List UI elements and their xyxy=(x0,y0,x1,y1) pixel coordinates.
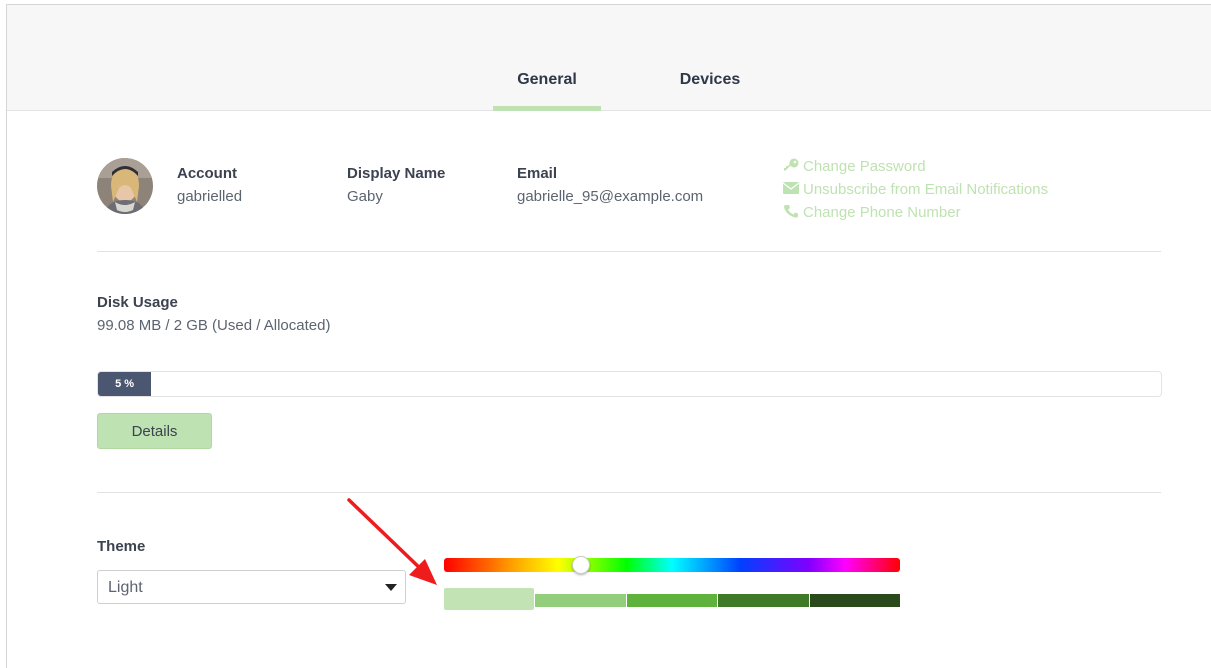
theme-color-swatch[interactable] xyxy=(535,594,626,607)
divider xyxy=(97,492,1161,493)
change-phone-link[interactable]: Change Phone Number xyxy=(783,201,1048,224)
theme-color-swatches xyxy=(444,588,900,610)
disk-usage-progress-bar: 5 % xyxy=(97,371,1162,397)
hue-slider[interactable] xyxy=(444,556,900,574)
settings-window: General Devices Account gabrielled Displ… xyxy=(6,4,1211,668)
theme-select-value: Light xyxy=(108,579,143,596)
unsubscribe-label: Unsubscribe from Email Notifications xyxy=(803,181,1049,198)
details-button-label: Details xyxy=(131,422,178,440)
theme-color-swatch[interactable] xyxy=(809,594,900,607)
tab-devices-label: Devices xyxy=(679,71,741,88)
tab-devices[interactable]: Devices xyxy=(667,71,753,111)
tab-general[interactable]: General xyxy=(493,71,601,111)
theme-color-swatch[interactable] xyxy=(444,588,535,610)
display-name-label: Display Name xyxy=(347,165,446,182)
account-label: Account xyxy=(177,165,237,182)
key-icon xyxy=(783,158,803,176)
envelope-icon xyxy=(782,181,803,198)
top-bar: General Devices xyxy=(7,5,1211,111)
progress-fill: 5 % xyxy=(98,372,152,396)
theme-label: Theme xyxy=(97,538,146,555)
divider xyxy=(97,251,1161,252)
change-password-label: Change Password xyxy=(803,158,926,175)
annotation-arrow xyxy=(347,498,437,585)
progress-label: 5 % xyxy=(115,378,135,390)
change-phone-label: Change Phone Number xyxy=(803,204,961,221)
account-value: gabrielled xyxy=(177,188,243,205)
display-name-value: Gaby xyxy=(347,188,383,205)
change-password-link[interactable]: Change Password xyxy=(783,155,1048,178)
hue-slider-handle[interactable] xyxy=(571,556,590,574)
theme-color-swatch[interactable] xyxy=(626,594,718,607)
unsubscribe-link[interactable]: Unsubscribe from Email Notifications xyxy=(782,178,1049,201)
email-value: gabrielle_95@example.com xyxy=(517,188,704,205)
phone-icon xyxy=(783,204,803,222)
tab-general-label: General xyxy=(517,71,577,88)
details-button[interactable]: Details xyxy=(97,413,212,449)
disk-usage-title: Disk Usage xyxy=(97,294,178,311)
email-label: Email xyxy=(517,165,558,182)
disk-usage-summary: 99.08 MB / 2 GB (Used / Allocated) xyxy=(97,317,331,334)
theme-color-swatch[interactable] xyxy=(718,594,809,607)
account-actions: Change Password Unsubscribe from Email N… xyxy=(782,155,1049,224)
avatar xyxy=(97,158,153,214)
active-tab-indicator xyxy=(493,106,601,111)
